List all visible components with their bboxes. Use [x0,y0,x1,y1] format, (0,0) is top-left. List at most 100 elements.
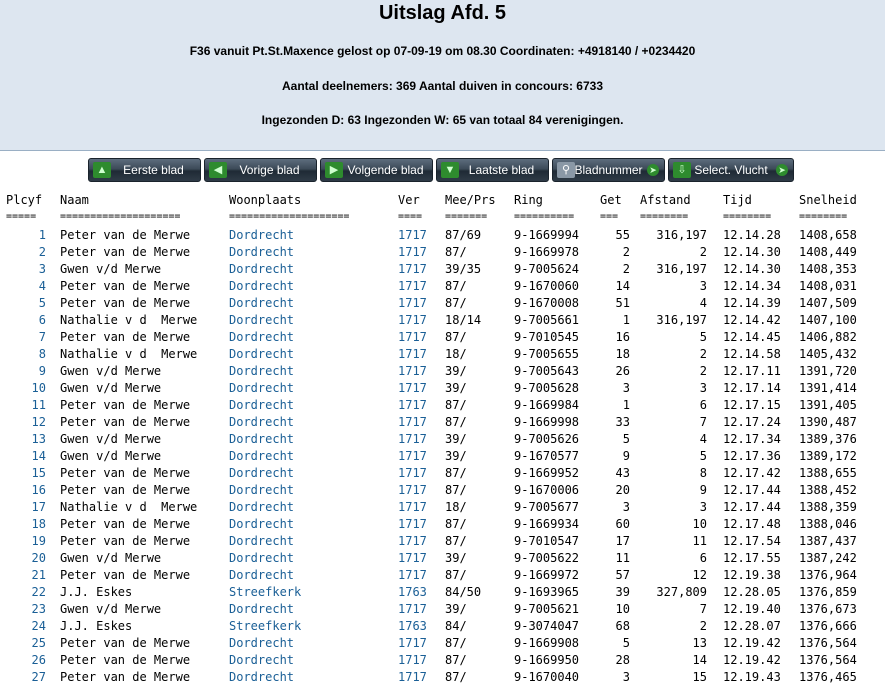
cell-get: 11 [615,551,630,565]
table-row: 19 Peter van de Merwe Dordrecht 1717 87/9-70… [0,534,885,551]
cell-ring: 9-1669994 [514,228,580,242]
column-header-row: Plcyf Naam Woonplaats Ver Mee/Prs Ring Get Afst… [0,193,885,210]
cell-time: 12.17.24 [723,415,781,429]
cell-get: 51 [615,296,630,310]
cell-speed: 1407,509 [799,296,857,310]
cell-birds: 39/ [445,381,467,395]
flight-info: F36 vanuit Pt.St.Maxence gelost op 07-09… [189,44,696,58]
cell-place: 7 [38,330,46,344]
first-page-button[interactable]: ▲ Eerste blad [88,158,201,182]
cell-distance: 6 [699,398,707,412]
cell-speed: 1387,242 [799,551,857,565]
cell-name: Peter van de Merwe [60,653,191,667]
table-row: 17 Nathalie v d Merwe Dordrecht 1717 18/9-70… [0,500,885,517]
cell-get: 10 [615,602,630,616]
separator-club: ==== [398,211,423,222]
column-header-get: Get [600,193,622,207]
previous-page-label: Vorige blad [239,163,300,177]
cell-place: 14 [31,449,46,463]
cell-place: 12 [31,415,46,429]
cell-ring: 9-7010545 [514,330,580,344]
cell-birds: 87/ [445,517,467,531]
cell-get: 5 [622,636,630,650]
cell-speed: 1389,376 [799,432,857,446]
cell-city: Dordrecht [229,228,295,242]
cell-name: Peter van de Merwe [60,534,191,548]
cell-club: 1763 [398,585,427,599]
cell-time: 12.17.54 [723,534,781,548]
cell-ring: 9-1669952 [514,466,580,480]
cell-club: 1717 [398,636,427,650]
cell-distance: 14 [692,653,707,667]
cell-city: Dordrecht [229,381,295,395]
page-number-button[interactable]: ⚲ Bladnummer ➤ [552,158,665,182]
table-row: 27 Peter van de Merwe Dordrecht 1717 87/9-16… [0,670,885,687]
cell-time: 12.19.43 [723,670,781,684]
cell-birds: 87/ [445,279,467,293]
cell-club: 1717 [398,534,427,548]
cell-ring: 9-7005626 [514,432,580,446]
cell-place: 4 [38,279,46,293]
cell-club: 1717 [398,500,427,514]
column-header-city: Woonplaats [229,193,302,207]
cell-speed: 1408,353 [799,262,857,276]
cell-distance: 327,809 [656,585,707,599]
cell-ring: 9-1669998 [514,415,580,429]
cell-ring: 9-1670060 [514,279,580,293]
table-row: 6 Nathalie v d Merwe Dordrecht 1717 18/14 9-7… [0,313,885,330]
last-page-button[interactable]: ▼ Laatste blad [436,158,549,182]
page-navigation-toolbar: ▲ Eerste blad ◀ Vorige blad ▶ Volgende b… [88,158,794,182]
cell-ring: 9-7005643 [514,364,580,378]
cell-club: 1717 [398,398,427,412]
cell-ring: 9-7005677 [514,500,580,514]
cell-ring: 9-1669984 [514,398,580,412]
arrow-left-icon: ◀ [209,162,227,178]
cell-place: 26 [31,653,46,667]
cell-birds: 18/ [445,347,467,361]
cell-get: 1 [622,313,630,327]
cell-name: Peter van de Merwe [60,636,191,650]
cell-get: 16 [615,330,630,344]
cell-ring: 9-1669934 [514,517,580,531]
separator-time: ======== [723,211,772,222]
cell-place: 9 [38,364,46,378]
cell-club: 1717 [398,551,427,565]
table-row: 20 Gwen v/d Merwe Dordrecht 1717 39/9-700562… [0,551,885,568]
cell-club: 1717 [398,262,427,276]
cell-name: Gwen v/d Merwe [60,602,162,616]
cell-get: 2 [622,245,630,259]
cell-club: 1717 [398,653,427,667]
cell-time: 12.17.55 [723,551,781,565]
cell-time: 12.19.38 [723,568,781,582]
cell-get: 5 [622,432,630,446]
cell-distance: 2 [699,619,707,633]
cell-speed: 1388,046 [799,517,857,531]
cell-distance: 2 [699,245,707,259]
cell-city: Dordrecht [229,364,295,378]
table-row: 16 Peter van de Merwe Dordrecht 1717 87/9-16… [0,483,885,500]
cell-time: 12.28.05 [723,585,781,599]
cell-speed: 1376,465 [799,670,857,684]
cell-ring: 9-1670008 [514,296,580,310]
cell-place: 24 [31,619,46,633]
select-flight-button[interactable]: ⇩ Select. Vlucht ➤ [668,158,794,182]
cell-place: 27 [31,670,46,684]
cell-distance: 316,197 [656,228,707,242]
column-header-speed: Snelheid [799,193,857,207]
cell-ring: 9-1669950 [514,653,580,667]
cell-name: J.J. Eskes [60,585,133,599]
cell-club: 1717 [398,483,427,497]
cell-get: 28 [615,653,630,667]
table-row: 4 Peter van de Merwe Dordrecht 1717 87/9-167… [0,279,885,296]
cell-city: Dordrecht [229,534,295,548]
cell-city: Dordrecht [229,449,295,463]
cell-speed: 1388,655 [799,466,857,480]
previous-page-button[interactable]: ◀ Vorige blad [204,158,317,182]
cell-city: Dordrecht [229,483,295,497]
cell-city: Dordrecht [229,602,295,616]
download-icon: ⇩ [673,162,691,178]
table-row: 7 Peter van de Merwe Dordrecht 1717 87/9-701… [0,330,885,347]
cell-ring: 9-1669972 [514,568,580,582]
next-page-button[interactable]: ▶ Volgende blad [320,158,433,182]
column-header-name: Naam [60,193,89,207]
